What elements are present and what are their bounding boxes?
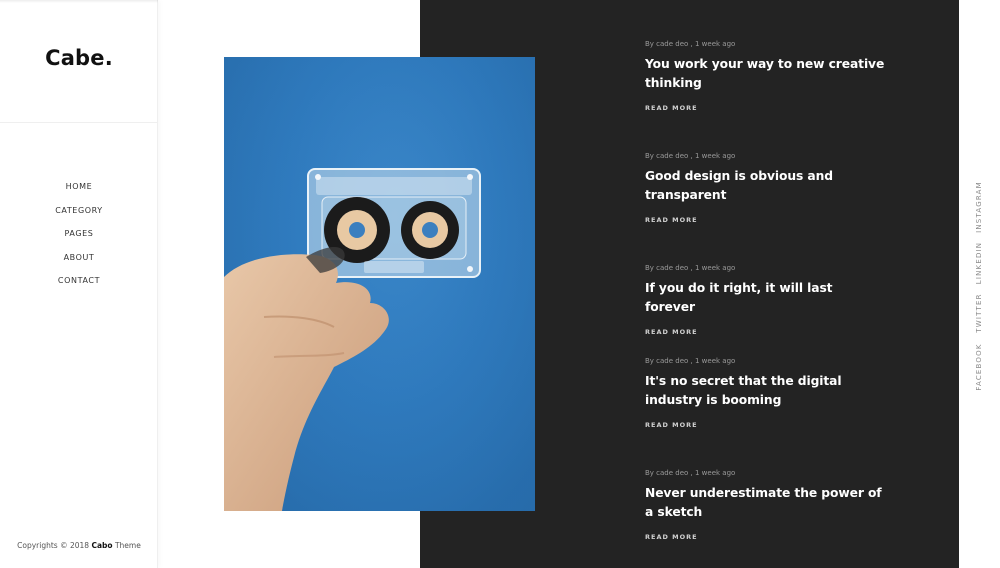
post-item: By cade deo , 1 week ago Good design is … [645, 152, 885, 224]
copyright: Copyrights © 2018 Cabo Theme [0, 541, 158, 550]
post-title[interactable]: If you do it right, it will last forever [645, 279, 885, 317]
post-item: By cade deo , 1 week ago If you do it ri… [645, 264, 885, 336]
read-more-link[interactable]: READ MORE [645, 216, 885, 224]
social-link-linkedin[interactable]: LINKEDIN [975, 242, 983, 285]
copyright-brand: Cabo [91, 541, 113, 550]
post-meta: By cade deo , 1 week ago [645, 152, 736, 160]
cassette-hand-illustration [224, 57, 535, 511]
post-title[interactable]: You work your way to new creative thinki… [645, 55, 885, 93]
nav-item-home[interactable]: HOME [0, 182, 158, 206]
main-nav: HOME CATEGORY PAGES ABOUT CONTACT [0, 182, 158, 300]
social-link-facebook[interactable]: FACEBOOK [975, 343, 983, 390]
nav-item-category[interactable]: CATEGORY [0, 206, 158, 230]
post-item: By cade deo , 1 week ago Never underesti… [645, 469, 885, 541]
feature-image[interactable] [224, 57, 535, 511]
sidebar-divider [0, 122, 158, 123]
social-rail: INSTAGRAM LINKEDIN TWITTER FACEBOOK [959, 0, 1000, 568]
sidebar: Cabe. HOME CATEGORY PAGES ABOUT CONTACT … [0, 0, 158, 568]
site-logo[interactable]: Cabe. [0, 46, 158, 70]
social-link-instagram[interactable]: INSTAGRAM [975, 181, 983, 233]
copyright-suffix: Theme [114, 541, 141, 550]
sidebar-top-shade [0, 0, 158, 3]
nav-item-about[interactable]: ABOUT [0, 253, 158, 277]
nav-item-contact[interactable]: CONTACT [0, 276, 158, 300]
post-meta: By cade deo , 1 week ago [645, 264, 736, 272]
read-more-link[interactable]: READ MORE [645, 421, 885, 429]
copyright-prefix: Copyrights © 2018 [17, 541, 90, 550]
post-item: By cade deo , 1 week ago It's no secret … [645, 357, 885, 429]
social-link-twitter[interactable]: TWITTER [975, 293, 983, 332]
post-title[interactable]: Never underestimate the power of a sketc… [645, 484, 885, 522]
read-more-link[interactable]: READ MORE [645, 328, 885, 336]
post-item: By cade deo , 1 week ago You work your w… [645, 40, 885, 112]
read-more-link[interactable]: READ MORE [645, 533, 885, 541]
post-meta: By cade deo , 1 week ago [645, 40, 736, 48]
nav-item-pages[interactable]: PAGES [0, 229, 158, 253]
post-title[interactable]: Good design is obvious and transparent [645, 167, 885, 205]
post-meta: By cade deo , 1 week ago [645, 469, 736, 477]
post-meta: By cade deo , 1 week ago [645, 357, 736, 365]
read-more-link[interactable]: READ MORE [645, 104, 885, 112]
post-title[interactable]: It's no secret that the digital industry… [645, 372, 885, 410]
